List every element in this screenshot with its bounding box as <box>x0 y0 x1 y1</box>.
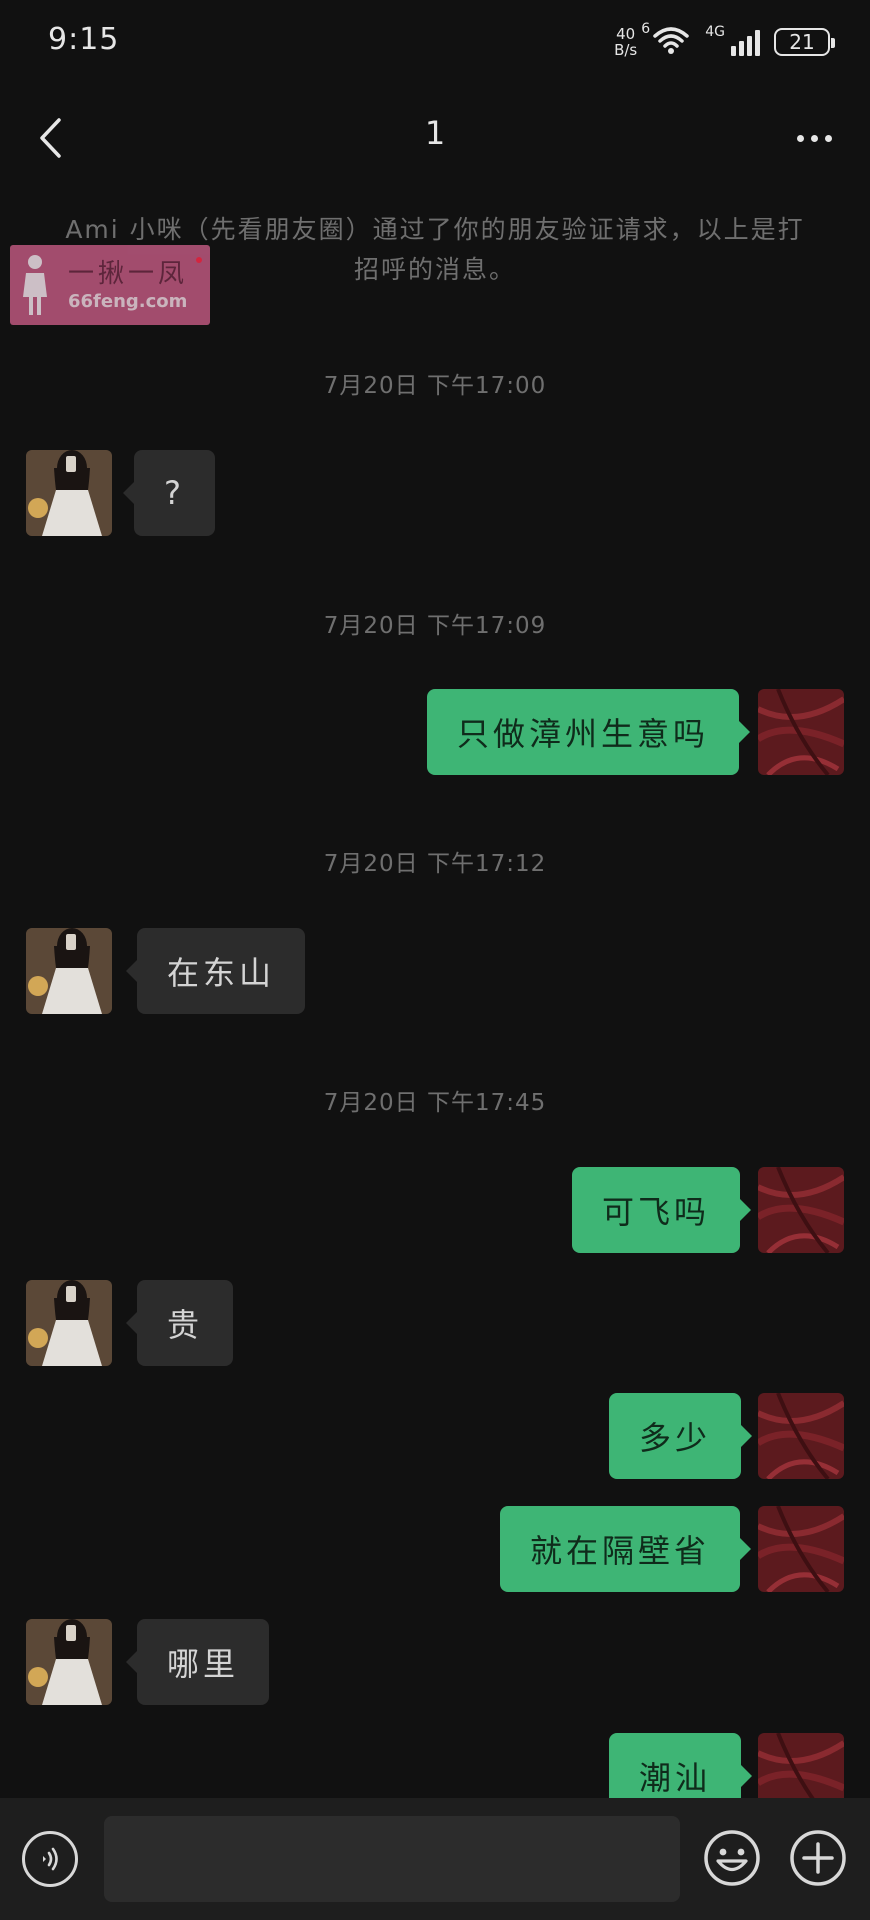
contact-avatar-image <box>26 1280 112 1366</box>
my-avatar-image <box>758 1393 844 1479</box>
my-avatar-image <box>758 689 844 775</box>
more-button[interactable] <box>786 118 842 158</box>
message-bubble-incoming[interactable]: 哪里 <box>125 1619 270 1705</box>
wifi-icon <box>653 27 689 54</box>
network-speed: 40 B/s <box>614 26 637 58</box>
contact-avatar-image <box>26 1619 112 1705</box>
message-bubble-incoming[interactable]: ? <box>123 450 215 536</box>
chat-header: 1 <box>0 90 870 186</box>
message-bubble-incoming[interactable]: 贵 <box>125 1280 234 1366</box>
chat-title: 1 <box>424 114 446 152</box>
contact-avatar[interactable] <box>26 450 112 536</box>
message-input[interactable] <box>104 1816 680 1902</box>
input-bar <box>0 1798 870 1920</box>
timestamp: 7月20日 下午17:09 <box>323 613 547 639</box>
battery-level: 21 <box>789 30 815 54</box>
my-avatar-image <box>758 1506 844 1592</box>
wifi-tag: 6 <box>641 21 651 37</box>
signal-icon <box>731 28 760 56</box>
contact-avatar[interactable] <box>26 928 112 1014</box>
timestamp: 7月20日 下午17:00 <box>323 373 547 399</box>
network-speed-unit: B/s <box>614 41 638 59</box>
network-speed-value: 40 <box>616 25 636 43</box>
watermark-dot <box>196 257 202 263</box>
status-bar: 9:15 40 B/s 6 4G 21 <box>0 0 870 90</box>
my-avatar[interactable] <box>758 1167 844 1253</box>
voice-icon <box>43 1847 58 1871</box>
message-bubble-outgoing[interactable]: 多少 <box>609 1393 753 1479</box>
my-avatar[interactable] <box>758 1506 844 1592</box>
voice-button[interactable] <box>22 1831 78 1887</box>
message-bubble-outgoing[interactable]: 只做漳州生意吗 <box>427 689 751 775</box>
my-avatar[interactable] <box>758 1393 844 1479</box>
timestamp: 7月20日 下午17:12 <box>323 851 547 877</box>
watermark-site: 66feng.com <box>68 291 188 312</box>
wifi-indicator: 6 <box>641 21 691 59</box>
my-avatar[interactable] <box>758 689 844 775</box>
status-icons: 40 B/s 6 4G 21 <box>614 21 835 62</box>
battery-icon: 21 <box>774 28 835 56</box>
plus-circle-icon[interactable] <box>788 1828 848 1888</box>
more-dots-icon <box>796 134 804 142</box>
contact-avatar-image <box>26 928 112 1014</box>
contact-avatar-image <box>26 450 112 536</box>
my-avatar-image <box>758 1167 844 1253</box>
timestamp: 7月20日 下午17:45 <box>323 1090 547 1116</box>
watermark-logo: 一揪一凤 66feng.com <box>10 245 210 325</box>
watermark-title: 一揪一凤 <box>68 259 189 289</box>
emoji-icon[interactable] <box>702 1828 762 1888</box>
message-bubble-outgoing[interactable]: 可飞吗 <box>572 1167 752 1253</box>
contact-avatar[interactable] <box>26 1619 112 1705</box>
person-icon <box>23 255 47 315</box>
message-bubble-incoming[interactable]: 在东山 <box>125 928 306 1014</box>
contact-avatar[interactable] <box>26 1280 112 1366</box>
message-bubble-outgoing[interactable]: 就在隔壁省 <box>500 1506 752 1592</box>
status-time: 9:15 <box>48 22 120 57</box>
lte-tag: 4G <box>705 24 725 40</box>
